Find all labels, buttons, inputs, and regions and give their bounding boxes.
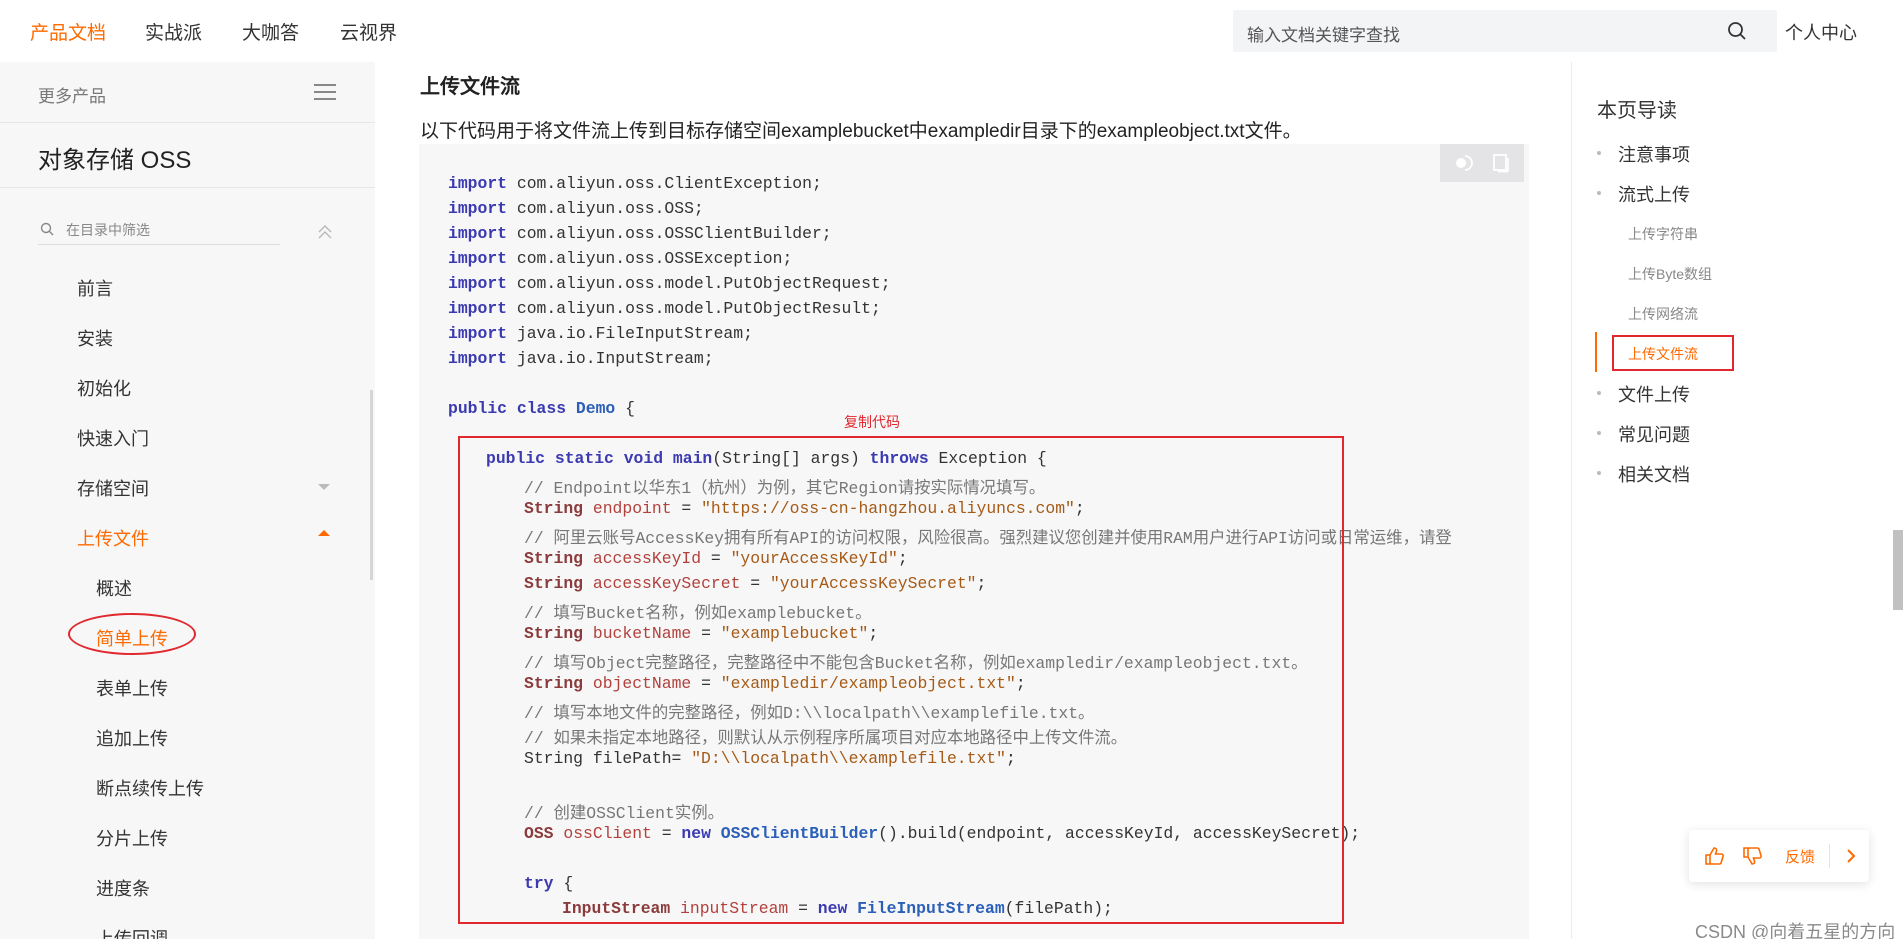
chevron-right-icon[interactable] <box>1841 845 1861 867</box>
intro-text: 以下代码用于将文件流上传到目标存储空间examplebucket中example… <box>420 121 1302 142</box>
code-line: import com.aliyun.oss.OSSClientBuilder; <box>448 224 832 243</box>
theme-toggle-icon[interactable] <box>1454 154 1476 172</box>
sidebar-subitem-overview[interactable]: 概述 <box>96 575 132 601</box>
divider <box>1829 844 1830 868</box>
more-products-label[interactable]: 更多产品 <box>38 82 106 107</box>
toc-item-file-upload[interactable]: 文件上传 <box>1618 381 1690 407</box>
sidebar-item-bucket[interactable]: 存储空间 <box>77 475 149 501</box>
page-scrollbar[interactable] <box>1893 530 1903 610</box>
toc-item-notes[interactable]: 注意事项 <box>1618 141 1690 167</box>
sidebar-subitem-resumable-upload[interactable]: 断点续传上传 <box>96 775 204 801</box>
code-line: import com.aliyun.oss.model.PutObjectRes… <box>448 299 881 318</box>
sidebar-subitem-multipart-upload[interactable]: 分片上传 <box>96 825 168 851</box>
sidebar-subitem-append-upload[interactable]: 追加上传 <box>96 725 168 751</box>
nav-product-docs[interactable]: 产品文档 <box>30 18 106 45</box>
product-name: 对象存储 OSS <box>38 147 192 174</box>
section-title: 上传文件流 <box>420 76 520 98</box>
code-line: public class Demo { <box>448 399 635 418</box>
nav-cloud-vision[interactable]: 云视界 <box>340 18 397 45</box>
sidebar-scrollbar[interactable] <box>370 390 373 580</box>
sidebar-item-init[interactable]: 初始化 <box>77 375 131 401</box>
sidebar-subitem-progress-bar[interactable]: 进度条 <box>96 875 150 901</box>
top-nav: 产品文档 实战派 大咖答 云视界 输入文档关键字查找 个人中心 <box>0 0 1903 62</box>
search-icon[interactable] <box>1727 21 1747 41</box>
sidebar-item-quickstart[interactable]: 快速入门 <box>77 425 149 451</box>
bullet-icon <box>1597 191 1601 195</box>
menu-icon[interactable] <box>313 82 337 102</box>
watermark: CSDN @向着五星的方向 <box>1695 922 1896 939</box>
code-line: import com.aliyun.oss.OSS; <box>448 199 704 218</box>
sidebar-subitem-form-upload[interactable]: 表单上传 <box>96 675 168 701</box>
code-line: import java.io.FileInputStream; <box>448 324 753 343</box>
chevron-down-icon[interactable] <box>318 484 330 490</box>
sidebar-item-preface[interactable]: 前言 <box>77 275 113 301</box>
sidebar-item-install[interactable]: 安装 <box>77 325 113 351</box>
toc-subitem-upload-bytes[interactable]: 上传Byte数组 <box>1628 264 1712 284</box>
collapse-all-icon[interactable] <box>315 222 335 242</box>
copy-icon[interactable] <box>1492 153 1510 173</box>
chevron-up-icon[interactable] <box>318 530 330 536</box>
code-line: import com.aliyun.oss.model.PutObjectReq… <box>448 274 891 293</box>
divider <box>0 187 375 188</box>
bullet-icon <box>1597 471 1601 475</box>
toc-title: 本页导读 <box>1597 100 1677 122</box>
annotation-oval <box>68 613 196 655</box>
thumbs-up-icon[interactable] <box>1703 845 1725 867</box>
personal-center-link[interactable]: 个人中心 <box>1785 19 1857 45</box>
feedback-button[interactable]: 反馈 <box>1785 846 1815 867</box>
feedback-widget: 反馈 <box>1689 830 1869 882</box>
annotation-rectangle <box>1612 335 1734 371</box>
bullet-icon <box>1597 151 1601 155</box>
toc-item-stream-upload[interactable]: 流式上传 <box>1618 181 1690 207</box>
search-placeholder: 输入文档关键字查找 <box>1247 26 1400 45</box>
code-line: import com.aliyun.oss.OSSException; <box>448 249 793 268</box>
thumbs-down-icon[interactable] <box>1741 845 1763 867</box>
sidebar-subitem-upload-callback[interactable]: 上传回调 <box>96 925 168 939</box>
annotation-rectangle <box>458 436 1344 924</box>
catalog-filter-input[interactable]: 在目录中筛选 <box>38 217 280 245</box>
bullet-icon <box>1597 431 1601 435</box>
search-icon <box>40 222 54 236</box>
copy-code-annotation: 复制代码 <box>844 414 900 430</box>
search-input[interactable]: 输入文档关键字查找 <box>1233 10 1777 52</box>
filter-placeholder: 在目录中筛选 <box>66 222 150 238</box>
code-line: import com.aliyun.oss.ClientException; <box>448 174 822 193</box>
divider <box>0 122 375 123</box>
doc-sidebar: 更多产品 对象存储 OSS 在目录中筛选 前言 安装 初始化 快速入门 存储空间… <box>0 62 375 939</box>
nav-expert-qa[interactable]: 大咖答 <box>242 18 299 45</box>
code-toolbar <box>1440 144 1524 182</box>
toc-active-indicator <box>1595 332 1597 372</box>
bullet-icon <box>1597 391 1601 395</box>
toc-subitem-upload-network-stream[interactable]: 上传网络流 <box>1628 304 1698 324</box>
toc-divider <box>1571 62 1572 939</box>
sidebar-item-upload[interactable]: 上传文件 <box>77 525 149 551</box>
toc-item-faq[interactable]: 常见问题 <box>1618 421 1690 447</box>
toc-item-related-docs[interactable]: 相关文档 <box>1618 461 1690 487</box>
code-line: import java.io.InputStream; <box>448 349 714 368</box>
nav-practice[interactable]: 实战派 <box>145 18 202 45</box>
toc-subitem-upload-string[interactable]: 上传字符串 <box>1628 224 1698 244</box>
